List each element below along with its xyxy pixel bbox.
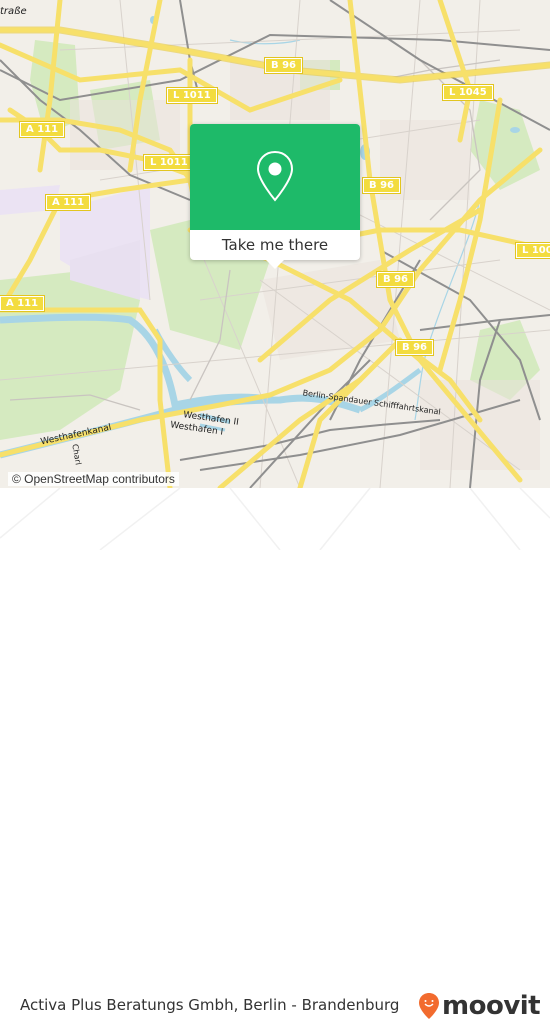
road-shield-l1004: L 1004 xyxy=(515,242,550,259)
road-shield-l1011: L 1011 xyxy=(166,87,218,104)
location-popup: Take me there xyxy=(190,124,360,269)
location-pin-icon xyxy=(256,150,294,202)
footer-background-pattern xyxy=(0,488,550,550)
moovit-logo[interactable]: moovit xyxy=(418,991,541,1021)
map[interactable]: B 96 L 1011 A 111 L 1011 A 111 L 1045 B … xyxy=(0,0,550,488)
take-me-there-button[interactable]: Take me there xyxy=(190,230,360,260)
footer: Activa Plus Beratungs Gmbh, Berlin - Bra… xyxy=(0,488,550,1021)
road-shield-a111: A 111 xyxy=(0,295,46,312)
place-name: Activa Plus Beratungs Gmbh, Berlin - Bra… xyxy=(20,996,400,1014)
road-shield-a111: A 111 xyxy=(18,121,66,138)
road-shield-l1011: L 1011 xyxy=(143,154,195,171)
street-label: traße xyxy=(0,6,27,17)
road-shield-a111: A 111 xyxy=(44,194,92,211)
moovit-pin-icon xyxy=(419,993,439,1019)
moovit-wordmark: moovit xyxy=(442,991,541,1021)
road-shield-b96: B 96 xyxy=(375,271,416,288)
popup-arrow xyxy=(266,260,284,269)
road-shield-l1045: L 1045 xyxy=(442,84,494,101)
road-shield-b96: B 96 xyxy=(394,339,435,356)
osm-attribution[interactable]: © OpenStreetMap contributors xyxy=(8,472,179,486)
road-shield-b96: B 96 xyxy=(361,177,402,194)
road-shield-b96: B 96 xyxy=(263,57,304,74)
popup-header xyxy=(190,124,360,230)
